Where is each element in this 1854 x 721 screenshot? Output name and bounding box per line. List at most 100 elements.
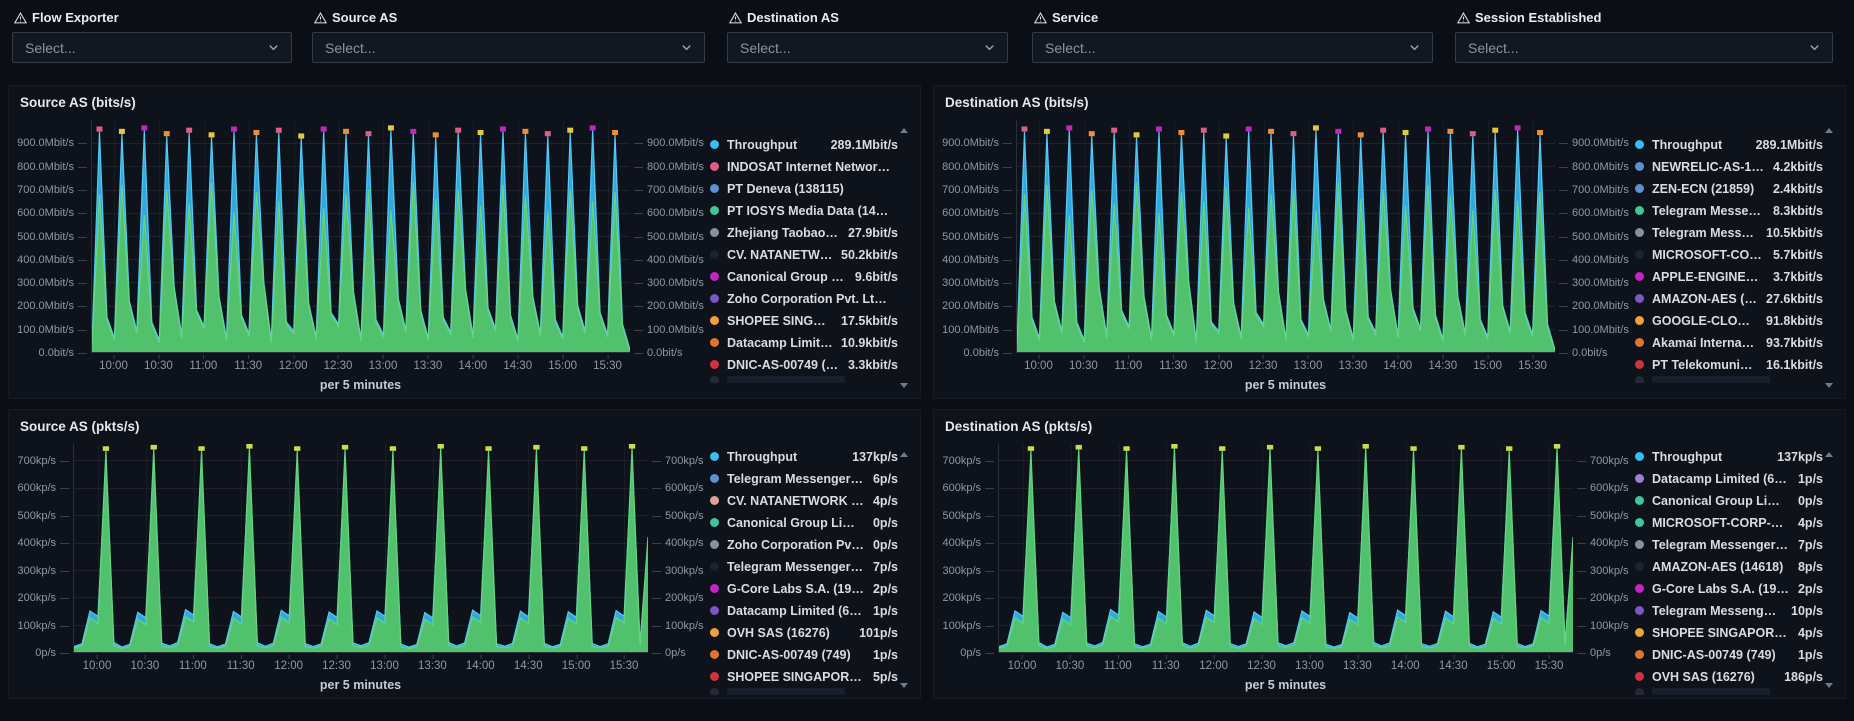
legend-item[interactable]: SHOPEE SINGAP… 17.5kbit/s <box>710 310 898 332</box>
legend-item[interactable]: AMAZON-AES (14618) 8p/s <box>1635 556 1823 578</box>
warning-icon <box>1457 11 1470 24</box>
legend-item[interactable]: DNIC-AS-00749 (749) 1p/s <box>710 644 898 666</box>
filter-bar: Flow Exporter Select... Source AS Select… <box>0 0 1854 63</box>
legend-item[interactable]: PT IOSYS Media Data (141… <box>710 200 898 222</box>
legend-item[interactable]: Telegram Messenger I… 7p/s <box>1635 534 1823 556</box>
legend-item[interactable]: Throughput 137kp/s <box>710 446 898 468</box>
legend-series-name: G-Core Labs S.A. (199… <box>1652 581 1790 596</box>
legend-item[interactable]: SHOPEE SINGAPORE … 4p/s <box>1635 622 1823 644</box>
x-tick-label: 10:30 <box>130 655 160 672</box>
scroll-up-icon[interactable] <box>900 452 908 457</box>
y-tick-label: 400.0Mbit/s <box>17 254 87 266</box>
legend-item-clipped[interactable] <box>710 687 898 695</box>
y-axis-left: 700kp/s 600kp/s 500kp/s 400kp/s 300kp/s 200kp… <box>942 444 998 659</box>
filter-flow-exporter: Flow Exporter Select... <box>12 10 292 63</box>
legend-item[interactable]: Throughput 289.1Mbit/s <box>1635 134 1823 156</box>
legend-item-clipped[interactable] <box>710 375 898 383</box>
legend-item[interactable]: Telegram Messe… 10.5kbit/s <box>1635 222 1823 244</box>
legend-item[interactable]: Telegram Messenger I… 6p/s <box>710 468 898 490</box>
legend-item[interactable]: G-Core Labs S.A. (199… 2p/s <box>1635 578 1823 600</box>
legend-item[interactable]: Zoho Corporation Pvt. Ltd … <box>710 288 898 310</box>
y-tick-label: 400kp/s <box>652 537 704 549</box>
legend-item[interactable]: PT Telekomunik… 16.1kbit/s <box>1635 354 1823 376</box>
legend-item[interactable]: Telegram Messenger … 10p/s <box>1635 600 1823 622</box>
series-color-dot <box>1635 687 1644 695</box>
legend-item[interactable]: Telegram Messen… 8.3kbit/s <box>1635 200 1823 222</box>
series-color-dot <box>710 294 719 303</box>
legend-item[interactable]: GOOGLE-CLOUD… 91.8kbit/s <box>1635 310 1823 332</box>
scroll-up-icon[interactable] <box>1825 452 1833 457</box>
legend-item[interactable]: APPLE-ENGINEER… 3.7kbit/s <box>1635 266 1823 288</box>
legend-item[interactable]: INDOSAT Internet Networ… <box>710 156 898 178</box>
legend-series-value: 2p/s <box>872 581 898 596</box>
service-select[interactable]: Select... <box>1032 32 1433 63</box>
session-established-select[interactable]: Select... <box>1455 32 1833 63</box>
scroll-down-icon[interactable] <box>900 383 908 388</box>
legend-item[interactable]: Canonical Group Limi… 0p/s <box>1635 490 1823 512</box>
legend-item[interactable]: DNIC-AS-00749 (7… 3.3kbit/s <box>710 354 898 376</box>
legend-item[interactable]: Datacamp Limit… 10.9kbit/s <box>710 332 898 354</box>
legend-item[interactable]: NEWRELIC-AS-1 (… 4.2kbit/s <box>1635 156 1823 178</box>
legend-series-name: Datacamp Limited (60… <box>1652 471 1790 486</box>
legend-series-value: 289.1Mbit/s <box>1755 137 1823 152</box>
legend-item[interactable]: CV. NATANETWORK S… 4p/s <box>710 490 898 512</box>
chart-plot[interactable] <box>998 444 1573 653</box>
y-axis-left: 700kp/s 600kp/s 500kp/s 400kp/s 300kp/s 200kp… <box>17 444 73 659</box>
legend-item-clipped[interactable] <box>1635 375 1823 383</box>
legend-series-name: SHOPEE SINGAP… <box>727 313 834 328</box>
legend-series-name: MICROSOFT-COR… <box>1652 247 1765 262</box>
x-tick-label: 11:30 <box>1159 355 1188 372</box>
scroll-up-icon[interactable] <box>900 128 908 133</box>
y-tick-label: 500.0Mbit/s <box>17 231 87 243</box>
y-tick-label: 100kp/s <box>942 620 994 632</box>
legend-series-name: GOOGLE-CLOUD… <box>1652 313 1759 328</box>
legend-item[interactable]: DNIC-AS-00749 (749) 1p/s <box>1635 644 1823 666</box>
legend-item[interactable]: AMAZON-AES (1… 27.6kbit/s <box>1635 288 1823 310</box>
x-tick-label: 13:30 <box>1338 355 1368 372</box>
legend-series-name: CV. NATANETWORK S… <box>727 493 865 508</box>
chart-plot[interactable] <box>1016 120 1555 353</box>
flow-exporter-select[interactable]: Select... <box>12 32 292 63</box>
scroll-down-icon[interactable] <box>1825 383 1833 388</box>
destination-as-select[interactable]: Select... <box>727 32 1008 63</box>
legend-item[interactable]: Canonical Group Li… 9.6bit/s <box>710 266 898 288</box>
chart-plot[interactable] <box>73 444 648 653</box>
legend-series-name: Telegram Messen… <box>1652 203 1765 218</box>
y-tick-label: 100.0Mbit/s <box>634 324 704 336</box>
source-as-select[interactable]: Select... <box>312 32 705 63</box>
scroll-down-icon[interactable] <box>900 683 908 688</box>
legend-item[interactable]: G-Core Labs S.A. (199… 2p/s <box>710 578 898 600</box>
legend-item[interactable]: Telegram Messenger I… 7p/s <box>710 556 898 578</box>
legend-series-value: 93.7kbit/s <box>1766 335 1823 350</box>
y-tick-label: 700.0Mbit/s <box>634 184 704 196</box>
legend-series-name: PT Deneva (138115) <box>727 181 844 196</box>
legend-item[interactable]: OVH SAS (16276) 101p/s <box>710 622 898 644</box>
legend-item[interactable]: Canonical Group Limi… 0p/s <box>710 512 898 534</box>
y-tick-label: 900.0Mbit/s <box>634 137 704 149</box>
series-color-dot <box>710 606 719 615</box>
legend-item[interactable]: MICROSOFT-COR… 5.7kbit/s <box>1635 244 1823 266</box>
chart-plot[interactable] <box>91 120 630 353</box>
legend-item[interactable]: Throughput 137kp/s <box>1635 446 1823 468</box>
scroll-down-icon[interactable] <box>1825 683 1833 688</box>
legend-item[interactable]: Zoho Corporation Pvt.… 0p/s <box>710 534 898 556</box>
legend-item[interactable]: Datacamp Limited (60… 1p/s <box>1635 468 1823 490</box>
chevron-down-icon <box>1810 45 1819 51</box>
legend-item[interactable]: MICROSOFT-CORP-MS… 4p/s <box>1635 512 1823 534</box>
legend-item[interactable]: SHOPEE SINGAPORE … 5p/s <box>710 666 898 688</box>
legend-item[interactable]: CV. NATANETWO… 50.2kbit/s <box>710 244 898 266</box>
legend-item[interactable]: OVH SAS (16276) 186p/s <box>1635 666 1823 688</box>
scroll-up-icon[interactable] <box>1825 128 1833 133</box>
legend-item[interactable]: Datacamp Limited (60… 1p/s <box>710 600 898 622</box>
y-tick-label: 600.0Mbit/s <box>17 207 87 219</box>
x-tick-label: 14:00 <box>465 655 495 672</box>
legend-item[interactable]: ZEN-ECN (21859) 2.4kbit/s <box>1635 178 1823 200</box>
legend-item-clipped[interactable] <box>1635 687 1823 695</box>
legend-item[interactable]: Throughput 289.1Mbit/s <box>710 134 898 156</box>
y-tick-label: 600.0Mbit/s <box>942 207 1012 219</box>
legend-series-name: Telegram Messenger I… <box>1652 537 1790 552</box>
legend-item[interactable]: Akamai Internat… 93.7kbit/s <box>1635 332 1823 354</box>
y-tick-label: 200.0Mbit/s <box>1559 300 1629 312</box>
legend-item[interactable]: PT Deneva (138115) <box>710 178 898 200</box>
legend-item[interactable]: Zhejiang Taobao … 27.9bit/s <box>710 222 898 244</box>
